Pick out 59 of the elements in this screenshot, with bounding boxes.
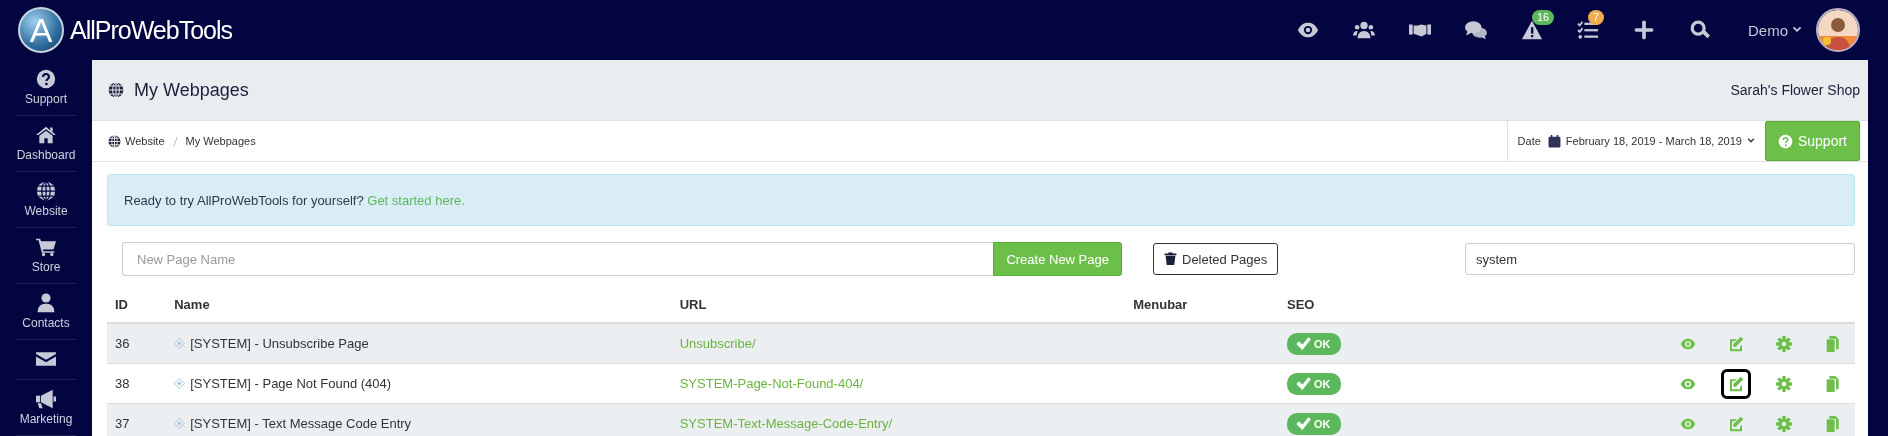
help-icon <box>36 68 56 89</box>
page-title: My Webpages <box>134 79 249 101</box>
page-name[interactable]: [SYSTEM] - Unsubscribe Page <box>190 335 369 351</box>
cart-icon <box>36 236 56 257</box>
sidebar-item[interactable]: Store <box>16 227 76 284</box>
breadcrumb-item[interactable]: Website <box>125 135 165 147</box>
search-icon[interactable] <box>1688 19 1712 41</box>
settings-icon[interactable] <box>1776 415 1792 432</box>
page-name-field[interactable]: New Page Name <box>122 242 994 276</box>
globe-icon <box>36 180 56 201</box>
check-icon <box>1295 335 1311 352</box>
home-icon <box>36 124 56 145</box>
help-icon <box>1777 133 1793 149</box>
seo-badge: OK <box>1287 412 1341 435</box>
plus-icon[interactable] <box>1632 19 1656 41</box>
copy-icon[interactable] <box>1824 335 1840 352</box>
megaphone-icon <box>36 389 56 409</box>
sidebar-item[interactable]: Support <box>16 60 76 116</box>
chat-icon[interactable] <box>1464 19 1488 41</box>
table-cell: 37 <box>107 403 167 436</box>
shop-name: Sarah's Flower Shop <box>1730 82 1860 98</box>
copy-icon[interactable] <box>1824 415 1840 432</box>
calendar-icon <box>1547 134 1561 148</box>
trash-icon <box>1164 252 1177 266</box>
user-menu[interactable]: Demo <box>1748 21 1802 39</box>
caret-icon <box>1746 137 1755 145</box>
check-icon <box>1295 415 1311 432</box>
count-badge: 16 <box>1532 10 1555 25</box>
date-range-picker[interactable]: Date February 18, 2019 - March 18, 2019 <box>1506 121 1765 161</box>
sidebar-item[interactable]: Website <box>16 171 76 228</box>
deleted-pages-button[interactable]: Deleted Pages <box>1153 243 1279 275</box>
count-badge: 7 <box>1588 10 1605 25</box>
row-action-button[interactable] <box>1721 368 1751 399</box>
seo-badge: OK <box>1287 372 1341 395</box>
brand-name[interactable]: AllProWebTools <box>70 15 232 45</box>
user-avatar[interactable] <box>1816 8 1860 52</box>
settings-icon[interactable] <box>1776 335 1792 352</box>
diamond-icon <box>174 377 186 389</box>
banner-text: Ready to try AllProWebTools for yourself? Get started here. <box>124 192 465 208</box>
globe-icon <box>108 134 121 148</box>
edit-icon[interactable] <box>1728 415 1744 432</box>
users-icon[interactable] <box>1352 19 1376 41</box>
diamond-icon <box>174 337 186 349</box>
search-field[interactable]: system <box>1465 243 1855 275</box>
breadcrumb-item: My Webpages <box>185 135 256 147</box>
check-icon <box>1295 375 1311 392</box>
table-cell: 36 <box>107 323 167 364</box>
sidebar-item[interactable]: Contacts <box>16 283 76 340</box>
sidebar-item[interactable]: Marketing <box>16 380 76 436</box>
settings-icon[interactable] <box>1776 375 1792 392</box>
sidebar-item[interactable]: Dashboard <box>16 115 76 172</box>
seo-badge: OK <box>1287 332 1341 355</box>
diamond-icon <box>174 417 186 429</box>
page-name[interactable]: [SYSTEM] - Page Not Found (404) <box>190 375 392 391</box>
person-icon <box>36 292 56 313</box>
copy-icon[interactable] <box>1824 375 1840 392</box>
caret-icon <box>1792 25 1802 35</box>
globe-icon <box>108 82 124 98</box>
edit-icon[interactable] <box>1728 335 1744 352</box>
